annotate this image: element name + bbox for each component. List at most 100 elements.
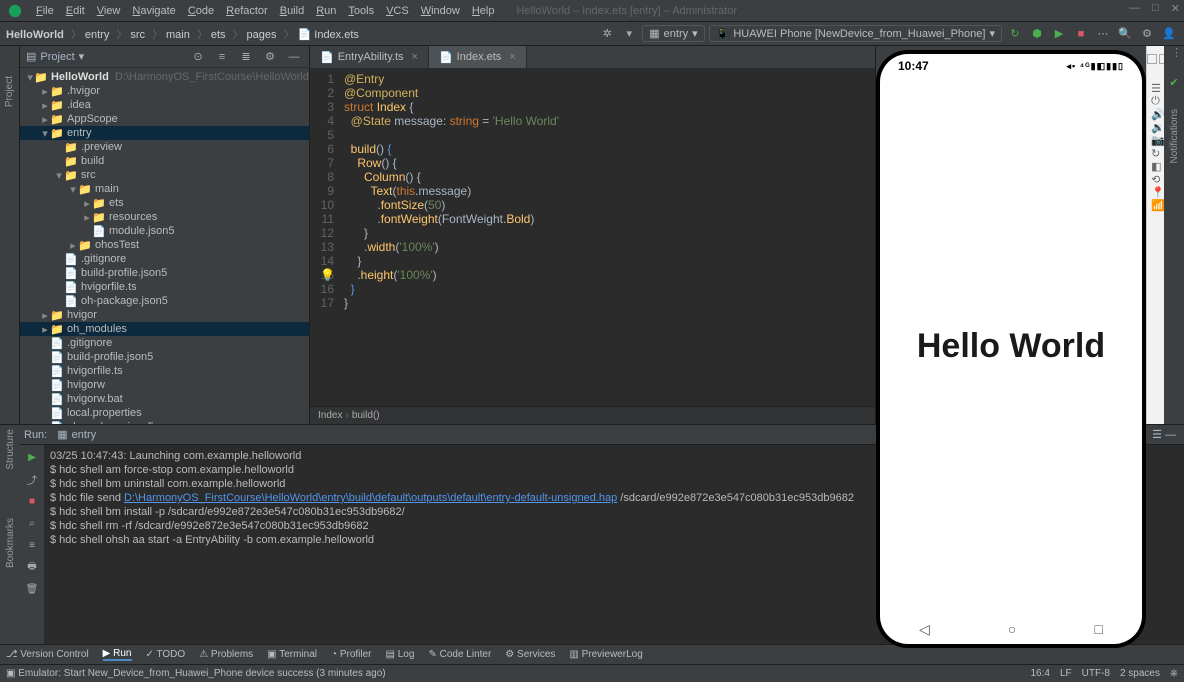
rerun-icon[interactable]: ▶	[24, 449, 40, 465]
preview-icon-3[interactable]: 🔉	[1151, 121, 1165, 134]
device-select[interactable]: 📱 HUAWEI Phone [NewDevice_from_Huawei_Ph…	[709, 25, 1002, 42]
tree-hvigorwbat[interactable]: 📄hvigorw.bat	[20, 392, 309, 406]
menu-build[interactable]: Build	[274, 5, 310, 17]
settings-alt-icon[interactable]: ✲	[598, 25, 616, 43]
phone-back-icon[interactable]: ◁	[919, 621, 930, 638]
dropdown-icon[interactable]: ▾	[79, 50, 85, 63]
tree-idea[interactable]: ▸📁.idea	[20, 98, 309, 112]
tree-gitignore[interactable]: 📄.gitignore	[20, 336, 309, 350]
pane-settings-icon[interactable]: ⚙	[261, 48, 279, 66]
bottom-tab-run[interactable]: ▶ Run	[103, 648, 132, 661]
sync-icon[interactable]: ↻	[1006, 25, 1024, 43]
run-icon[interactable]: ▶	[1050, 25, 1068, 43]
pr-min[interactable]	[1147, 54, 1157, 64]
tree-preview[interactable]: 📁.preview	[20, 140, 309, 154]
run-tab-entry[interactable]: ▦ entry	[47, 428, 106, 441]
tree-src[interactable]: ▾📁src	[20, 168, 309, 182]
preview-icon-6[interactable]: ◧	[1151, 160, 1165, 173]
rail-project[interactable]: Project	[4, 76, 15, 107]
tree-entry[interactable]: ▾📁entry	[20, 126, 309, 140]
code-crumb-0[interactable]: Index	[318, 410, 342, 421]
bottom-tab-codelinter[interactable]: ✎ Code Linter	[428, 649, 491, 660]
hammer-icon[interactable]: ▾	[620, 25, 638, 43]
tree-localproperties[interactable]: 📄local.properties	[20, 406, 309, 420]
rail-structure[interactable]: Structure	[5, 429, 16, 470]
status-4[interactable]: ⎈	[1170, 668, 1178, 679]
avatar-icon[interactable]: 👤	[1160, 25, 1178, 43]
debug-icon[interactable]: ⬢	[1028, 25, 1046, 43]
phone-recent-icon[interactable]: □	[1094, 621, 1102, 637]
print-icon[interactable]: 🖶	[24, 559, 40, 575]
status-0[interactable]: 16:4	[1030, 668, 1049, 679]
menu-window[interactable]: Window	[415, 5, 466, 17]
rail-notifications[interactable]: Notifications	[1169, 109, 1180, 163]
tab-EntryAbility.ts[interactable]: 📄 EntryAbility.ts×	[310, 46, 429, 68]
close-button[interactable]: ✕	[1171, 2, 1180, 15]
tree-hvigorfilets[interactable]: 📄hvigorfile.ts	[20, 364, 309, 378]
menu-vcs[interactable]: VCS	[380, 5, 415, 17]
status-square-icon[interactable]: ▣	[6, 668, 15, 679]
stop2-icon[interactable]: ■	[24, 493, 40, 509]
crumb-5[interactable]: pages	[247, 29, 277, 41]
tree-ohpackagejson5[interactable]: 📄oh-package.json5	[20, 294, 309, 308]
bottom-tab-versioncontrol[interactable]: ⎇ Version Control	[6, 649, 89, 660]
bottom-tab-log[interactable]: ▤ Log	[386, 649, 415, 660]
filter-icon[interactable]: ⌕	[24, 515, 40, 531]
menu-code[interactable]: Code	[182, 5, 220, 17]
tree-gitignore[interactable]: 📄.gitignore	[20, 252, 309, 266]
status-1[interactable]: LF	[1060, 668, 1072, 679]
code-editor[interactable]: 1234567891011121314151617 @Entry@Compone…	[310, 68, 875, 406]
tree-resources[interactable]: ▸📁resources	[20, 210, 309, 224]
crumb-1[interactable]: entry	[85, 29, 109, 41]
stop-icon[interactable]: ■	[1072, 25, 1090, 43]
tree-ohosTest[interactable]: ▸📁ohosTest	[20, 238, 309, 252]
project-tree[interactable]: ▾📁HelloWorldD:\HarmonyOS_FirstCourse\Hel…	[20, 68, 309, 424]
phone-home-icon[interactable]: ○	[1008, 621, 1016, 637]
preview-icon-0[interactable]: ☰	[1151, 82, 1165, 95]
expand-icon[interactable]: ≣	[237, 48, 255, 66]
tree-main[interactable]: ▾📁main	[20, 182, 309, 196]
settings-icon[interactable]: ⚙	[1138, 25, 1156, 43]
status-3[interactable]: 2 spaces	[1120, 668, 1160, 679]
menu-file[interactable]: File	[30, 5, 60, 17]
minimize-button[interactable]: —	[1129, 2, 1140, 15]
locate-icon[interactable]: ⊙	[189, 48, 207, 66]
bottom-tab-profiler[interactable]: ◔ Profiler	[331, 649, 372, 660]
menu-tools[interactable]: Tools	[342, 5, 380, 17]
menu-edit[interactable]: Edit	[60, 5, 91, 17]
tree-hvigorfilets[interactable]: 📄hvigorfile.ts	[20, 280, 309, 294]
crumb-4[interactable]: ets	[211, 29, 226, 41]
menu-help[interactable]: Help	[466, 5, 501, 17]
editor-options-icon[interactable]: ⋮	[1171, 46, 1182, 59]
crumb-0[interactable]: HelloWorld	[6, 29, 64, 41]
preview-icon-5[interactable]: ↻	[1151, 147, 1165, 160]
tree-buildprofilejson5[interactable]: 📄build-profile.json5	[20, 266, 309, 280]
bottom-tab-services[interactable]: ⚙ Services	[505, 649, 555, 660]
check-icon[interactable]: ✔	[1169, 76, 1178, 89]
tree-oh_modules[interactable]: ▸📁oh_modules	[20, 322, 309, 336]
tree-modulejson5[interactable]: 📄module.json5	[20, 224, 309, 238]
preview-icon-1[interactable]: ⏻	[1151, 95, 1165, 108]
code-body[interactable]: @Entry@Componentstruct Index { @State me…	[340, 68, 875, 406]
menu-navigate[interactable]: Navigate	[126, 5, 181, 17]
tab-Index.ets[interactable]: 📄 Index.ets×	[429, 46, 527, 68]
crumb-6[interactable]: 📄 Index.ets	[298, 29, 359, 41]
crumb-2[interactable]: src	[130, 29, 145, 41]
bottom-tab-terminal[interactable]: ▣ Terminal	[267, 649, 317, 660]
trash-icon[interactable]: 🗑	[24, 581, 40, 597]
run-gear-icon[interactable]: ☰ —	[1152, 428, 1176, 441]
preview-icon-4[interactable]: 📷	[1151, 134, 1165, 147]
tree-hvigorw[interactable]: 📄hvigorw	[20, 378, 309, 392]
tree-ohpackagejson5[interactable]: 📄oh-package.json5	[20, 420, 309, 424]
crumb-3[interactable]: main	[166, 29, 190, 41]
menu-refactor[interactable]: Refactor	[220, 5, 274, 17]
attach-icon[interactable]: ⋯	[1094, 25, 1112, 43]
rail-bookmarks[interactable]: Bookmarks	[5, 518, 16, 568]
tree-AppScope[interactable]: ▸📁AppScope	[20, 112, 309, 126]
tree-buildprofilejson5[interactable]: 📄build-profile.json5	[20, 350, 309, 364]
search-icon[interactable]: 🔍	[1116, 25, 1134, 43]
module-select[interactable]: ▦ entry ▾	[642, 25, 704, 42]
bottom-tab-previewerlog[interactable]: ▥ PreviewerLog	[569, 649, 642, 660]
bottom-tab-todo[interactable]: ✓ TODO	[146, 649, 186, 660]
bottom-tab-problems[interactable]: ⚠ Problems	[199, 649, 253, 660]
